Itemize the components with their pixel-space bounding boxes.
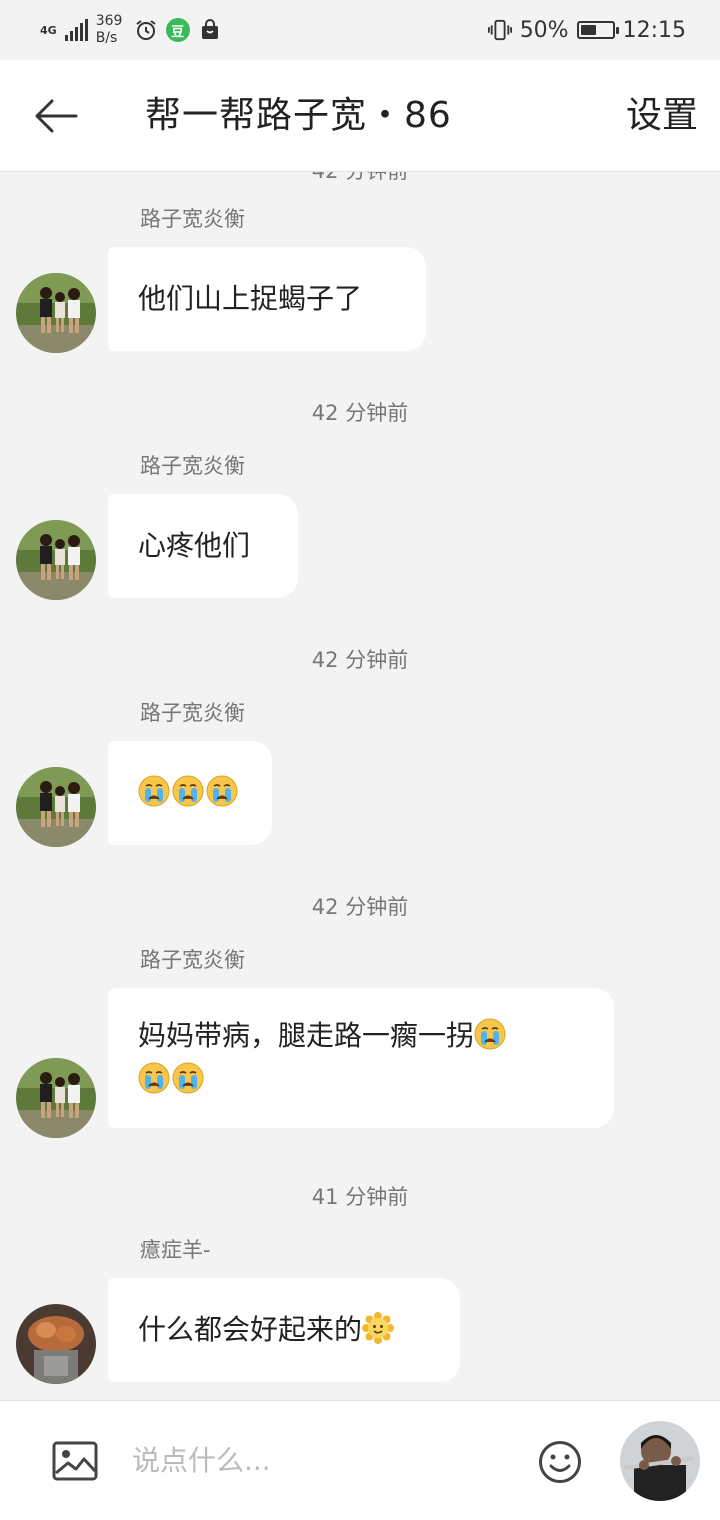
emoji-button[interactable] — [538, 1440, 582, 1484]
message-text: 他们山上捉蝎子了 — [138, 282, 363, 315]
douban-app-icon: 豆 — [165, 18, 190, 42]
settings-button[interactable]: 设置 — [626, 94, 698, 138]
crying-face-icon — [172, 1062, 204, 1094]
my-avatar[interactable] — [620, 1421, 700, 1501]
crying-face-icon — [138, 1062, 170, 1094]
battery-percent: 50% — [519, 17, 569, 43]
status-left: 4G 369 B/s 豆 — [40, 10, 222, 50]
message-input[interactable] — [132, 1437, 512, 1485]
timestamp: 42 分钟前 — [311, 895, 409, 919]
sender-name: 路子宽炎衡 — [140, 454, 245, 478]
input-bar — [0, 1400, 720, 1520]
message-bubble[interactable]: 什么都会好起来的 — [108, 1278, 460, 1382]
crying-face-icon — [474, 1018, 506, 1050]
sender-name: 癔症羊- — [140, 1238, 211, 1262]
image-button[interactable] — [52, 1441, 98, 1481]
avatar[interactable] — [16, 1058, 96, 1138]
avatar[interactable] — [16, 273, 96, 353]
message-bubble[interactable]: 妈妈带病，腿走路一瘸一拐 — [108, 988, 614, 1128]
signal-strength-icon — [64, 19, 88, 41]
network-speed-unit: B/s — [95, 30, 118, 46]
smiley-icon — [539, 1441, 581, 1483]
message-text: 心疼他们 — [138, 529, 251, 562]
timestamp: 42 分钟前 — [311, 401, 409, 425]
battery-icon — [576, 21, 619, 39]
timestamp: 41 分钟前 — [311, 1185, 409, 1209]
timestamp: 42 分钟前 — [311, 648, 409, 672]
sender-name: 路子宽炎衡 — [140, 701, 245, 725]
message-bubble[interactable] — [108, 741, 272, 845]
crying-face-icon — [172, 775, 204, 807]
message-text: 什么都会好起来的 — [138, 1313, 363, 1346]
message-bubble[interactable]: 他们山上捉蝎子了 — [108, 247, 426, 351]
crying-face-icon — [138, 775, 170, 807]
vibrate-icon — [487, 18, 512, 42]
shopping-bag-icon — [198, 18, 222, 42]
status-bar: 4G 369 B/s 豆 50% 12:15 — [0, 0, 720, 60]
timestamp: 42 分钟前 — [0, 172, 720, 184]
message-bubble[interactable]: 心疼他们 — [108, 494, 298, 598]
crying-face-icon — [206, 775, 238, 807]
network-speed: 369 B/s — [96, 13, 126, 47]
network-type: 4G — [40, 23, 57, 37]
chat-title: 帮一帮路子宽・86 — [145, 95, 452, 136]
image-icon — [52, 1441, 98, 1481]
avatar[interactable] — [16, 1304, 96, 1384]
chat-header: 帮一帮路子宽・86 设置 — [0, 60, 720, 172]
status-right: 50% 12:15 — [487, 10, 686, 50]
back-arrow-icon — [35, 99, 78, 133]
message-list[interactable]: 42 分钟前 路子宽炎衡 他们山上捉蝎子了 42 分钟前 路子宽炎衡 心疼他们 … — [0, 172, 720, 1400]
avatar[interactable] — [16, 520, 96, 600]
battery-level — [580, 25, 596, 35]
clock: 12:15 — [622, 17, 686, 43]
back-button[interactable] — [30, 92, 82, 140]
message-text: 妈妈带病，腿走路一瘸一拐 — [138, 1019, 475, 1052]
network-speed-value: 369 — [95, 13, 123, 29]
alarm-icon — [134, 18, 158, 42]
smiling-sun-face-icon — [362, 1312, 395, 1344]
sender-name: 路子宽炎衡 — [140, 948, 245, 972]
sender-name: 路子宽炎衡 — [140, 207, 245, 231]
avatar[interactable] — [16, 767, 96, 847]
